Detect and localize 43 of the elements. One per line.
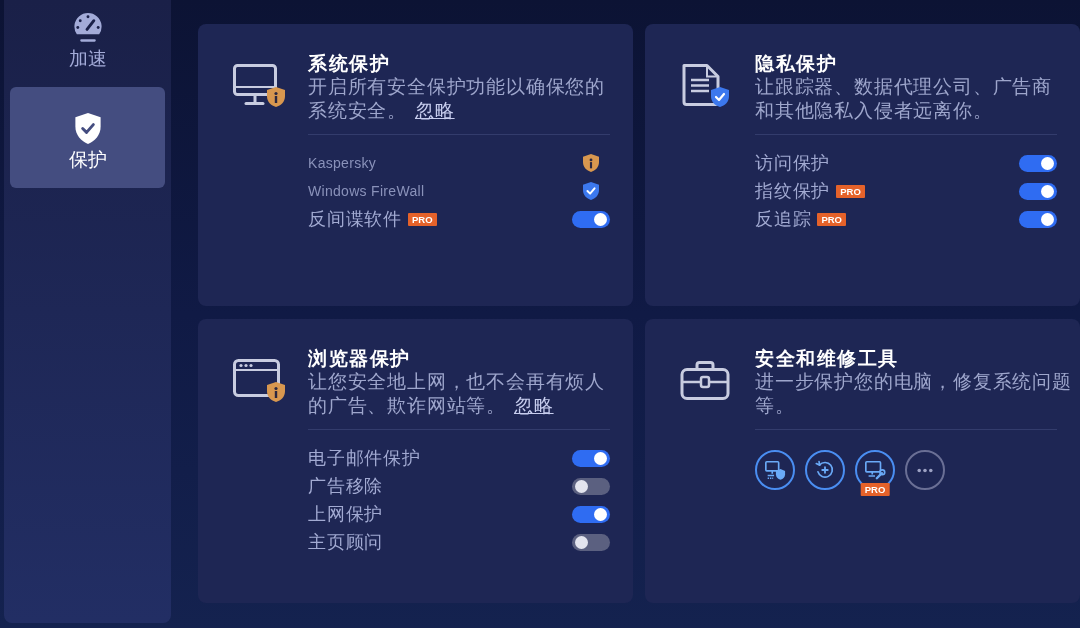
toggle-switch[interactable] [572, 210, 610, 228]
row-label: 指纹保护 [755, 180, 831, 203]
gauge-icon [71, 11, 104, 44]
row-label: 上网保护 [308, 503, 384, 526]
toggle-switch[interactable] [572, 505, 610, 523]
card-description: 开启所有安全保护功能以确保您的 系统安全。 忽略 [308, 75, 605, 123]
pro-badge: PRO [836, 184, 865, 198]
row-label: Kaspersky [308, 155, 377, 171]
sidebar-item[interactable]: 加速 [10, 0, 165, 87]
card-description: 让跟踪器、数据代理公司、广告商 和其他隐私入侵者远离你。 [755, 75, 1052, 123]
card-description: 进一步保护您的电脑，修复系统问题 等。 [755, 370, 1072, 418]
monitor-wrench-icon [864, 459, 886, 481]
card-title: 系统保护 [308, 53, 390, 75]
row-label: 主页顾问 [308, 531, 384, 554]
row-label: 广告移除 [308, 475, 384, 498]
card-title: 浏览器保护 [308, 348, 411, 370]
ignore-link[interactable]: 忽略 [415, 100, 455, 121]
monitor-shield-icon [764, 459, 786, 481]
row-label: 访问保护 [755, 152, 831, 175]
ignore-link[interactable]: 忽略 [514, 395, 554, 416]
toggle-switch[interactable] [572, 533, 610, 551]
pro-badge: PRO [860, 483, 890, 496]
sidebar-item[interactable]: 保护 [10, 87, 165, 188]
tool-button[interactable] [755, 450, 795, 490]
pro-badge: PRO [408, 212, 437, 226]
row-label: 反间谍软件 [308, 208, 402, 231]
row-label: 反追踪 [755, 208, 812, 231]
row-label: Windows FireWall [308, 183, 425, 199]
row-label: 电子邮件保护 [308, 447, 421, 470]
toggle-switch[interactable] [572, 477, 610, 495]
card-title: 隐私保护 [755, 53, 837, 75]
more-icon [917, 467, 933, 473]
toggle-switch[interactable] [1019, 210, 1057, 228]
toggle-switch[interactable] [1019, 182, 1057, 200]
shield-check-icon [72, 112, 103, 145]
pro-badge: PRO [817, 212, 846, 226]
card-description: 让您安全地上网，也不会再有烦人 的广告、欺诈网站等。 忽略 [308, 370, 605, 418]
toggle-switch[interactable] [1019, 154, 1057, 172]
card-title: 安全和维修工具 [755, 348, 899, 370]
more-button[interactable] [905, 450, 945, 490]
tool-button[interactable] [805, 450, 845, 490]
circular-arrow-plus-icon [814, 459, 836, 481]
toggle-switch[interactable] [572, 449, 610, 467]
